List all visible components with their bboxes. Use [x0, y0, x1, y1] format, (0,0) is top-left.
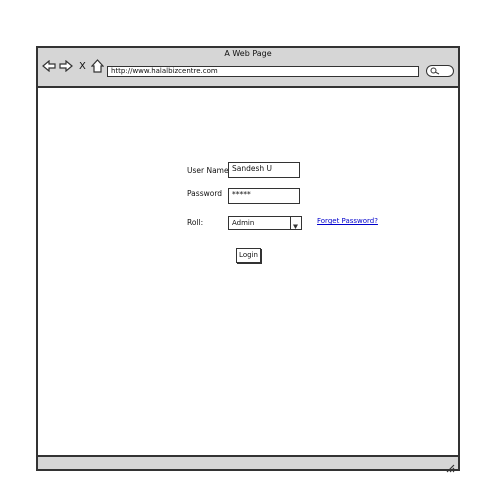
resize-grip-icon[interactable] [445, 458, 455, 477]
password-label: Password [187, 189, 223, 198]
window-title: A Web Page [224, 49, 272, 58]
role-select[interactable]: Admin [228, 216, 302, 230]
browser-window: A Web Page X http://www.halalbizcentre.c… [36, 46, 460, 473]
username-field[interactable]: Sandesh U [228, 162, 300, 178]
url-field[interactable]: http://www.halalbizcentre.com [107, 66, 419, 77]
forward-arrow-icon[interactable] [59, 60, 73, 72]
username-label: User Name: [187, 166, 232, 175]
search-icon [430, 67, 440, 75]
login-button[interactable]: Login [236, 248, 261, 263]
search-button[interactable] [426, 65, 454, 77]
status-bar [38, 455, 458, 473]
role-selected-value: Admin [232, 219, 255, 227]
stop-button[interactable]: X [79, 61, 86, 72]
back-arrow-icon[interactable] [42, 60, 56, 72]
dropdown-arrow-icon[interactable] [290, 217, 301, 229]
title-bar: A Web Page X http://www.halalbizcentre.c… [38, 48, 458, 88]
password-field[interactable]: ***** [228, 188, 300, 204]
role-label: Roll: [187, 218, 204, 227]
forgot-password-link[interactable]: Forget Password? [317, 217, 378, 225]
home-icon[interactable] [91, 59, 104, 73]
page-content: User Name: Sandesh U Password ***** Roll… [38, 88, 458, 455]
